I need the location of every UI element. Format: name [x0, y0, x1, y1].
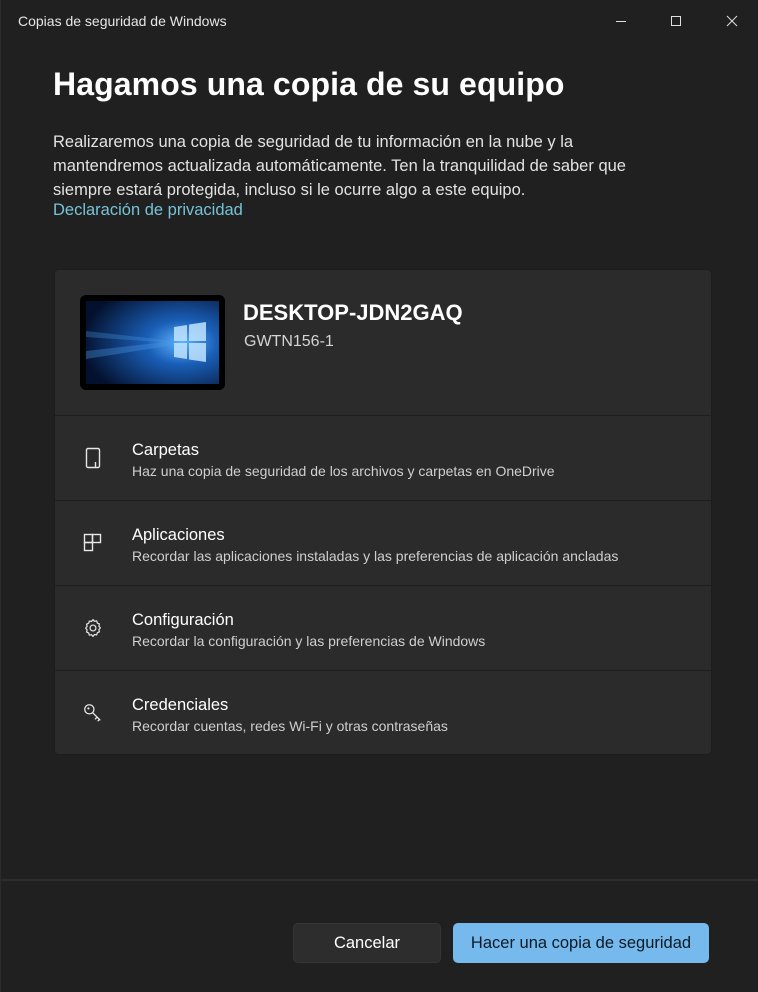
item-title: Carpetas — [132, 441, 199, 459]
maximize-icon — [671, 16, 681, 26]
windows-wallpaper-icon — [86, 301, 219, 384]
cancel-button[interactable]: Cancelar — [293, 923, 441, 963]
close-button[interactable] — [709, 0, 755, 42]
privacy-statement-link[interactable]: Declaración de privacidad — [53, 201, 243, 220]
list-item-folders[interactable]: Carpetas Haz una copia de seguridad de l… — [55, 415, 711, 499]
item-description: Recordar cuentas, redes Wi-Fi y otras co… — [132, 718, 448, 734]
item-title: Credenciales — [132, 696, 229, 714]
backup-card: DESKTOP-JDN2GAQ GWTN156-1 Carpetas Haz u… — [54, 269, 712, 755]
minimize-icon — [616, 21, 626, 22]
item-title: Configuración — [132, 611, 234, 629]
backup-button[interactable]: Hacer una copia de seguridad — [453, 923, 709, 963]
title-bar: Copias de seguridad de Windows — [1, 0, 758, 42]
minimize-button[interactable] — [598, 0, 644, 42]
window-title: Copias de seguridad de Windows — [18, 13, 227, 29]
key-icon — [81, 701, 105, 725]
gear-icon — [81, 616, 105, 640]
item-description: Recordar la configuración y las preferen… — [132, 633, 486, 649]
device-thumbnail — [80, 295, 225, 390]
device-model: GWTN156-1 — [244, 333, 334, 350]
folder-icon — [81, 446, 105, 470]
item-description: Recordar las aplicaciones instaladas y l… — [132, 548, 619, 564]
device-name: DESKTOP-JDN2GAQ — [243, 300, 463, 325]
close-icon — [726, 15, 738, 27]
item-description: Haz una copia de seguridad de los archiv… — [132, 463, 555, 479]
intro-text: Realizaremos una copia de seguridad de t… — [53, 133, 626, 199]
device-summary: DESKTOP-JDN2GAQ GWTN156-1 — [55, 270, 711, 415]
maximize-button[interactable] — [653, 0, 699, 42]
apps-icon — [81, 531, 105, 555]
list-item-apps[interactable]: Aplicaciones Recordar las aplicaciones i… — [55, 500, 711, 584]
item-title: Aplicaciones — [132, 526, 225, 544]
list-item-credentials[interactable]: Credenciales Recordar cuentas, redes Wi-… — [55, 670, 711, 754]
page-title: Hagamos una copia de su equipo — [53, 66, 565, 102]
list-item-settings[interactable]: Configuración Recordar la configuración … — [55, 585, 711, 669]
footer-divider — [1, 879, 758, 881]
backup-window: Copias de seguridad de Windows Hagamos u… — [0, 0, 758, 992]
